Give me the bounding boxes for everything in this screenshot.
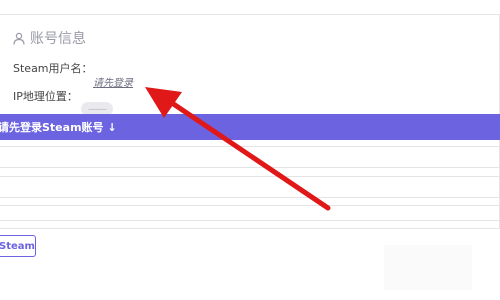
steam-button[interactable]: Steam bbox=[0, 235, 36, 257]
login-link[interactable]: 请先登录 bbox=[93, 74, 133, 89]
ip-location-label: IP地理位置： bbox=[13, 90, 78, 103]
input-field-3[interactable] bbox=[0, 205, 500, 221]
arrow-down-icon: ↓ bbox=[107, 120, 117, 134]
login-steam-bar[interactable]: 请先登录Steam账号 ↓ bbox=[0, 114, 500, 140]
login-steam-label: 请先登录Steam账号 bbox=[0, 121, 104, 134]
steam-username-label: Steam用户名： bbox=[13, 62, 93, 75]
card-title: 账号信息 bbox=[30, 31, 86, 47]
input-field-1[interactable] bbox=[0, 146, 500, 168]
user-icon bbox=[13, 32, 25, 45]
placeholder-box bbox=[384, 245, 472, 290]
card-header: 账号信息 bbox=[13, 28, 86, 48]
input-field-2[interactable] bbox=[0, 176, 500, 198]
